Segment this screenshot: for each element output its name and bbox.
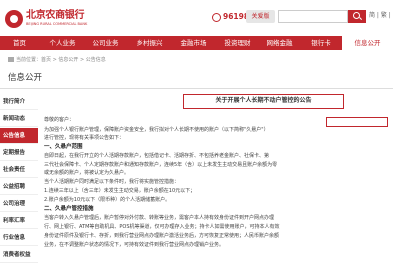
sidebar-item-3[interactable]: 定期报告 <box>0 145 38 161</box>
notice-paragraph-line: 行、网上银行、ATM等自助机具、POS机等渠道，仅可办理存入业务；持卡人如需使用… <box>44 224 280 230</box>
title-divider <box>0 88 393 89</box>
bank-logo[interactable]: 北京农商银行 BEIJING RURAL COMMERCIAL BANK <box>5 9 105 31</box>
main-nav: 首页 个人业务 公司业务 乡村振兴 金融市场 投资理财 网络金融 银行卡 信息公开 <box>0 36 393 50</box>
sidebar-item-2[interactable]: 公告信息 <box>0 128 38 144</box>
notice-paragraph-line: 1.连续三年以上（含三年）未发生主动交易，账户余额在10元以下； <box>44 188 196 194</box>
nav-item-3[interactable]: 乡村振兴 <box>128 36 171 50</box>
notice-content: 关于开展个人长期不动户管控的公告 尊敬的客户： 为加强个人银行账户管理，保障账户… <box>44 94 393 267</box>
notice-paragraph-line: 身份证件原件及银行卡、存折，到我行营业网点办理账户激活业务后，方可恢复正常使用；… <box>44 233 280 239</box>
nav-item-0[interactable]: 首页 <box>0 36 39 50</box>
care-mode-button[interactable]: 关爱版 <box>246 10 275 23</box>
sidebar-item-7[interactable]: 利率汇率 <box>0 213 38 229</box>
language-switcher[interactable]: 简 | 繁 | EN <box>369 11 393 21</box>
nav-item-8[interactable]: 信息公开 <box>342 36 393 50</box>
notice-paragraph-line: 当个人活期账户同时满足以下条件时，我行将实施管控措施： <box>44 179 180 185</box>
sidebar-item-1[interactable]: 新闻动态 <box>0 111 38 127</box>
notice-paragraph-line: 自即日起，在我行开立的个人活期存款账户，包括借记卡、活期存折、不包括养老金账户、… <box>44 153 270 159</box>
sidebar-item-5[interactable]: 公益招聘 <box>0 179 38 195</box>
highlight-annotation-box <box>326 117 388 127</box>
notice-paragraph-line: 或无余额的账户，将被认定为久悬户。 <box>44 170 130 176</box>
top-header: 北京农商银行 BEIJING RURAL COMMERCIAL BANK 961… <box>0 0 393 36</box>
nav-item-1[interactable]: 个人业务 <box>41 36 84 50</box>
home-icon[interactable] <box>8 56 14 62</box>
nav-item-7[interactable]: 银行卡 <box>300 36 342 50</box>
notice-paragraph-line: 三代社会保障卡、个人定期存款账户和通知存款账户，连续5年（含）以上未发生主动交易… <box>44 162 278 168</box>
nav-item-6[interactable]: 网络金融 <box>259 36 300 50</box>
search-button[interactable] <box>348 10 366 23</box>
search-icon <box>353 12 360 19</box>
logo-emblem-icon <box>5 10 23 28</box>
nav-item-4[interactable]: 金融市场 <box>171 36 216 50</box>
sidebar-item-8[interactable]: 行业信息 <box>0 230 38 246</box>
nav-item-5[interactable]: 投资理财 <box>216 36 259 50</box>
notice-section-heading: 二、久悬户管控措施 <box>44 206 94 212</box>
breadcrumb-text: 当前位置：首页 > 信息公开 > 公告信息 <box>16 57 106 63</box>
sidebar-item-9[interactable]: 消费者权益 <box>0 247 38 263</box>
sidebar-item-6[interactable]: 公司治理 <box>0 196 38 212</box>
notice-title: 关于开展个人长期不动户管控的公告 <box>183 94 344 109</box>
notice-paragraph-line: 业务，在不调整账户状态的情况下，可持有效证件到我行营业网点办理销户业务。 <box>44 242 225 248</box>
notice-paragraph-line: 当客户转入久悬户管理后，账户暂停对外付款、转账等业务，需客户本人持有效身份证件到… <box>44 215 275 221</box>
notice-paragraph-line: 尊敬的客户： <box>44 117 75 123</box>
nav-item-2[interactable]: 公司业务 <box>84 36 127 50</box>
notice-paragraph-line: 为加强个人银行账户管理，保障账户资金安全，我行拟对个人长期不使用的账户（以下简称… <box>44 127 269 133</box>
sidebar-item-0[interactable]: 我行简介 <box>0 94 38 110</box>
breadcrumb: 当前位置：首页 > 信息公开 > 公告信息 <box>8 56 106 64</box>
logo-chinese-name: 北京农商银行 <box>26 10 85 21</box>
notice-section-heading: 一、久悬户范围 <box>44 144 83 150</box>
search-input[interactable] <box>278 10 348 23</box>
notice-paragraph-line: 进行管控，现将有关事项公告如下： <box>44 135 125 141</box>
phone-icon <box>212 13 221 22</box>
page-section-title: 信息公开 <box>8 73 43 83</box>
logo-english-name: BEIJING RURAL COMMERCIAL BANK <box>26 22 88 26</box>
notice-paragraph-line: 2.账户余额为10元以下（限币种）的个人活期储蓄账户。 <box>44 197 171 203</box>
sidebar-item-4[interactable]: 社会责任 <box>0 162 38 178</box>
